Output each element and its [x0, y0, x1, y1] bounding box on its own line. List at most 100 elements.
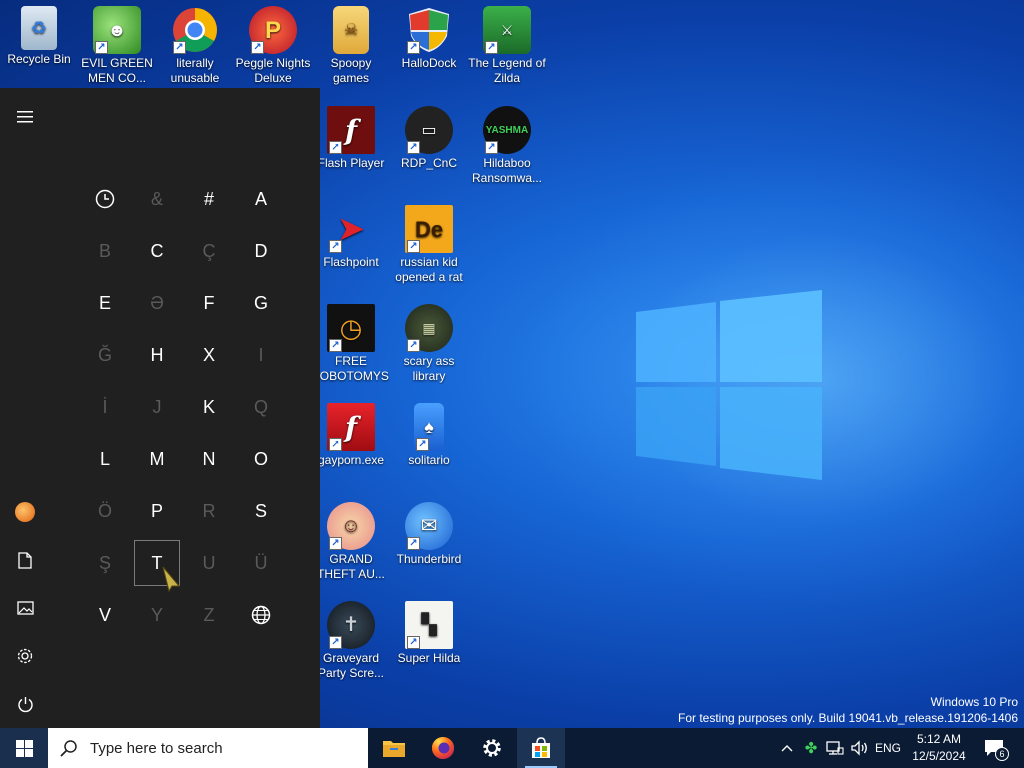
shortcut-arrow-icon: ↗	[329, 141, 342, 154]
flashpoint-icon: ➤ ↗	[327, 205, 375, 253]
watermark-edition: Windows 10 Pro	[930, 695, 1018, 709]
power-button[interactable]	[8, 687, 42, 721]
settings-icon	[483, 739, 501, 757]
clock-button[interactable]: 5:12 AM 12/5/2024	[906, 728, 972, 768]
desktop-icon-grand-theft[interactable]: ☺ ↗ GRAND THEFT AU...	[312, 502, 390, 582]
desktop-icon-graveyard-party[interactable]: ✝ ↗ Graveyard Party Scre...	[312, 601, 390, 681]
jump-letter[interactable]: V	[82, 592, 128, 638]
desktop-icon-label: russian kid opened a rat	[395, 255, 463, 284]
desktop-icon-free-lobotomys[interactable]: ◷ ↗ FREE LOBOTOMYS	[312, 304, 390, 384]
desktop-icon-super-hilda[interactable]: ▚ ↗ Super Hilda	[390, 601, 468, 666]
jump-letter: Ş	[98, 552, 111, 573]
desktop-icon-label: Peggle Nights Deluxe	[235, 56, 311, 85]
green-men-icon: ☻ ↗	[93, 6, 141, 54]
taskbar-settings[interactable]	[468, 728, 516, 768]
shortcut-arrow-icon: ↗	[173, 41, 186, 54]
tray-app-button[interactable]: ✤	[800, 728, 822, 768]
jump-letter[interactable]: M	[134, 436, 180, 482]
desktop-icon-gayporn-exe[interactable]: f ↗ gayporn.exe	[312, 403, 390, 468]
desktop-icon-label: EVIL GREEN MEN CO...	[81, 56, 153, 85]
desktop-icon-solitario[interactable]: ♠ ↗ solitario	[390, 403, 468, 468]
desktop-icon-flash-player[interactable]: f ↗ Flash Player	[312, 106, 390, 171]
tray-app-icon: ✤	[804, 740, 818, 757]
file-explorer-icon	[383, 741, 405, 757]
jump-letter[interactable]: C	[134, 228, 180, 274]
shortcut-arrow-icon: ↗	[485, 41, 498, 54]
jump-letter[interactable]: O	[238, 436, 284, 482]
taskbar-store[interactable]	[517, 728, 565, 768]
settings-button[interactable]	[8, 639, 42, 673]
jump-letter: B	[98, 240, 111, 261]
jump-letter[interactable]: #	[186, 176, 232, 222]
jump-letter[interactable]: H	[134, 332, 180, 378]
shortcut-arrow-icon: ↗	[407, 41, 420, 54]
windows-watermark: Windows 10 Pro For testing purposes only…	[678, 694, 1018, 727]
start-button[interactable]	[0, 728, 48, 768]
thunderbird-icon: ✉ ↗	[405, 502, 453, 550]
chevron-up-icon	[781, 745, 793, 752]
jump-letter[interactable]: A	[238, 176, 284, 222]
jump-letter-recent[interactable]	[82, 176, 128, 222]
desktop-icon-hildaboo[interactable]: YASHMA ↗ Hildaboo Ransomwa...	[468, 106, 546, 186]
jump-letter-other-languages[interactable]	[238, 592, 284, 638]
jump-letter: Ç	[202, 240, 216, 261]
desktop-icon-rdp-cnc[interactable]: ▭ ↗ RDP_CnC	[390, 106, 468, 171]
jump-letter[interactable]: E	[82, 280, 128, 326]
jump-letter[interactable]: L	[82, 436, 128, 482]
jump-letter: Ğ	[97, 344, 112, 365]
flash-icon: f ↗	[327, 403, 375, 451]
jump-letter[interactable]: X	[186, 332, 232, 378]
recycle-bin-icon: ♻	[21, 6, 57, 50]
network-button[interactable]	[824, 728, 846, 768]
shortcut-arrow-icon: ↗	[416, 438, 429, 451]
jump-letter[interactable]: S	[238, 488, 284, 534]
desktop-icon-scary-ass-library[interactable]: ▦ ↗ scary ass library	[390, 304, 468, 384]
jump-letter: Z	[203, 604, 215, 625]
desktop-icon-label: scary ass library	[403, 354, 455, 383]
desktop-icon-spoopy-games[interactable]: ☠ Spoopy games	[312, 6, 390, 86]
shortcut-arrow-icon: ↗	[407, 141, 420, 154]
start-menu: & # A B C Ç D E Ə F G Ğ H X I İ J K Q L M N O Ö P R S Ş T U Ü V Y Z	[0, 88, 320, 728]
start-menu-expand-button[interactable]	[8, 100, 42, 134]
desktop-icon-recycle-bin[interactable]: ♻ Recycle Bin	[0, 6, 78, 67]
desktop-icon-thunderbird[interactable]: ✉ ↗ Thunderbird	[390, 502, 468, 567]
user-avatar-icon	[15, 502, 35, 522]
jump-letter[interactable]: N	[186, 436, 232, 482]
taskbar-search-box[interactable]: Type here to search	[48, 728, 368, 768]
documents-button[interactable]	[8, 543, 42, 577]
desktop-icon-legend-of-zilda[interactable]: ⚔ ↗ The Legend of Zilda	[468, 6, 546, 86]
desktop-icon-hallodock[interactable]: ↗ HalloDock	[390, 6, 468, 71]
desktop-icon-flashpoint[interactable]: ➤ ↗ Flashpoint	[312, 205, 390, 270]
desktop-icon-russian-kid[interactable]: De ↗ russian kid opened a rat	[390, 205, 468, 285]
desktop-icon-evil-green-men[interactable]: ☻ ↗ EVIL GREEN MEN CO...	[78, 6, 156, 86]
shortcut-arrow-icon: ↗	[407, 636, 420, 649]
chrome-icon: ↗	[171, 6, 219, 54]
language-indicator[interactable]: ENG	[872, 728, 904, 768]
desktop-icon-label: Super Hilda	[397, 651, 461, 665]
jump-letter[interactable]: D	[238, 228, 284, 274]
clock-date: 12/5/2024	[912, 749, 966, 763]
desktop-icon-chrome[interactable]: ↗ literally unusable	[156, 6, 234, 86]
jump-letter: J	[152, 396, 162, 417]
shield-icon: ↗	[405, 6, 453, 54]
jump-letter[interactable]: K	[186, 384, 232, 430]
language-label: ENG	[874, 741, 901, 755]
desktop-icon-label: FREE LOBOTOMYS	[313, 354, 389, 383]
graveyard-icon: ✝ ↗	[327, 601, 375, 649]
jump-letter[interactable]: G	[238, 280, 284, 326]
taskbar-file-explorer[interactable]	[370, 728, 418, 768]
jump-letter: Ö	[97, 500, 112, 521]
desktop-icon-peggle[interactable]: P ↗ Peggle Nights Deluxe	[234, 6, 312, 86]
windows-logo-wallpaper	[636, 290, 822, 480]
jump-letter[interactable]: P	[134, 488, 180, 534]
shortcut-arrow-icon: ↗	[95, 41, 108, 54]
taskbar-firefox[interactable]	[419, 728, 467, 768]
user-account-button[interactable]	[8, 495, 42, 529]
notification-center-button[interactable]: 6	[976, 728, 1012, 768]
show-hidden-icons-button[interactable]	[776, 728, 798, 768]
jump-letter[interactable]: F	[186, 280, 232, 326]
desktop-icon-label: Spoopy games	[330, 56, 372, 85]
volume-button[interactable]	[848, 728, 870, 768]
shortcut-arrow-icon: ↗	[329, 438, 342, 451]
pictures-button[interactable]	[8, 591, 42, 625]
